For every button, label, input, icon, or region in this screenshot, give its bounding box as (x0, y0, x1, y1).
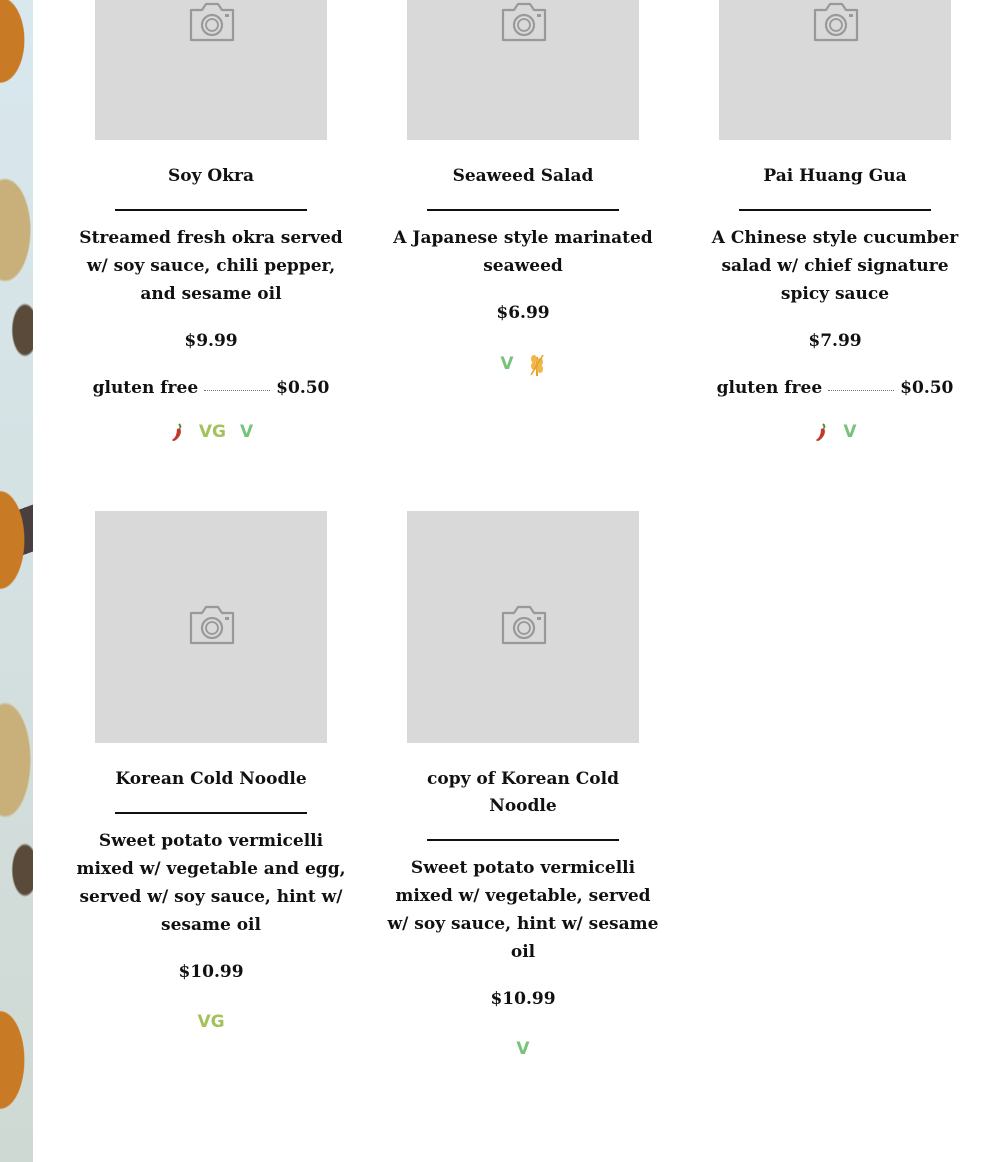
item-photo-placeholder (719, 0, 951, 140)
divider (115, 209, 307, 211)
vegetarian-tag: V (239, 422, 254, 442)
item-name: copy of Korean Cold Noodle (427, 769, 619, 816)
item-description: Streamed fresh okra served w/ soy sauce,… (79, 228, 343, 304)
spicy-icon (816, 423, 826, 441)
gluten-free-icon (529, 354, 544, 376)
camera-icon (501, 605, 547, 645)
camera-icon (189, 605, 235, 645)
vegan-tag: VG (197, 1012, 225, 1032)
menu-item-copy-of-korean-cold-noodle[interactable]: copy of Korean Cold Noodle Sweet potato … (383, 511, 663, 1059)
camera-icon (501, 2, 547, 42)
diet-tags: V (695, 422, 975, 442)
diet-tags: VG V (71, 422, 351, 442)
item-photo-placeholder (407, 511, 639, 743)
diet-tags: V (383, 1039, 663, 1059)
item-name: Seaweed Salad (452, 166, 594, 186)
item-name: Korean Cold Noodle (115, 769, 307, 789)
option-price: $0.50 (900, 378, 954, 398)
menu-item-korean-cold-noodle[interactable]: Korean Cold Noodle Sweet potato vermicel… (71, 511, 351, 1032)
vegetarian-tag: V (516, 1039, 530, 1059)
dotted-leader (204, 390, 271, 391)
item-description: A Chinese style cucumber salad w/ chief … (711, 228, 959, 304)
camera-icon (813, 2, 859, 42)
divider (427, 209, 619, 211)
item-photo-placeholder (95, 511, 327, 743)
item-price: $10.99 (490, 989, 556, 1009)
menu-page: Soy Okra Streamed fresh okra served w/ s… (0, 0, 992, 1162)
option-label: gluten free (716, 378, 823, 398)
menu-item-seaweed-salad[interactable]: Seaweed Salad A Japanese style marinated… (383, 0, 663, 377)
divider (115, 812, 307, 814)
spicy-icon (171, 423, 182, 441)
item-photo-placeholder (95, 0, 327, 140)
item-price: $7.99 (808, 331, 862, 351)
item-price: $9.99 (184, 331, 238, 351)
item-photo-placeholder (407, 0, 639, 140)
item-name: Pai Huang Gua (763, 166, 907, 186)
item-description: Sweet potato vermicelli mixed w/ vegetab… (387, 858, 659, 962)
divider (427, 839, 619, 841)
gluten-free-option[interactable]: gluten free $0.50 (695, 378, 975, 398)
diet-tags: VG (71, 1012, 351, 1032)
item-description: Sweet potato vermicelli mixed w/ vegetab… (76, 831, 346, 935)
item-description: A Japanese style marinated seaweed (393, 228, 653, 276)
food-background-image (0, 0, 33, 1162)
vegetarian-tag: V (500, 354, 514, 374)
menu-item-soy-okra[interactable]: Soy Okra Streamed fresh okra served w/ s… (71, 0, 351, 442)
diet-tags: V (383, 351, 663, 377)
item-price: $10.99 (178, 962, 244, 982)
menu-item-pai-huang-gua[interactable]: Pai Huang Gua A Chinese style cucumber s… (695, 0, 975, 442)
option-label: gluten free (92, 378, 199, 398)
item-price: $6.99 (496, 303, 550, 323)
gluten-free-option[interactable]: gluten free $0.50 (71, 378, 351, 398)
camera-icon (189, 2, 235, 42)
dotted-leader (828, 390, 895, 391)
option-price: $0.50 (276, 378, 330, 398)
divider (739, 209, 931, 211)
vegetarian-tag: V (843, 422, 857, 442)
vegan-tag: VG (198, 422, 226, 442)
item-name: Soy Okra (168, 166, 254, 186)
